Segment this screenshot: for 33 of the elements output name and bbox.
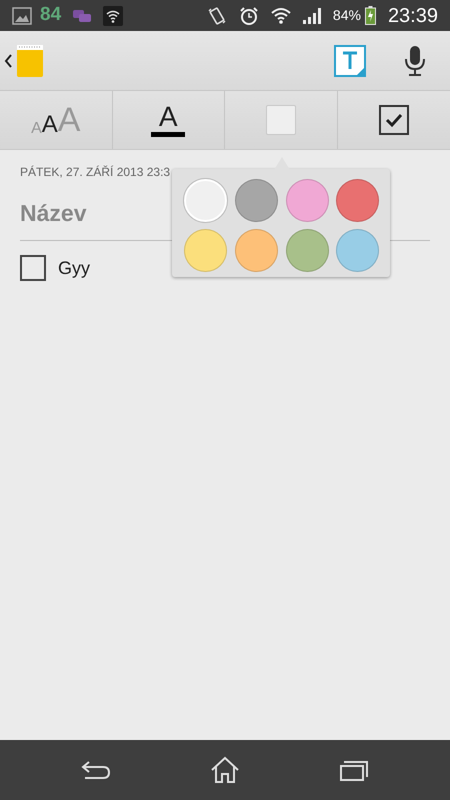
color-swatch[interactable] [286,179,328,222]
microphone-icon [404,44,426,76]
color-swatch[interactable] [234,229,278,272]
color-swatch[interactable] [336,229,380,272]
vibrate-icon [206,6,227,26]
color-underline [151,132,186,137]
text-color-button[interactable]: A [112,91,225,149]
image-icon [12,6,32,24]
chat-icon [73,10,92,22]
home-icon [210,756,240,784]
color-swatch-icon [266,105,296,135]
recent-apps-icon [338,759,369,781]
checkbox-checked-icon [378,105,409,135]
checkbox[interactable] [20,255,46,281]
clock: 23:39 [388,4,438,28]
notification-count: 84 [40,3,62,28]
signal-icon [302,8,321,24]
back-icon [81,760,112,780]
alarm-icon [238,6,259,26]
wifi-signal-icon [270,6,291,24]
text-box-icon [334,44,366,76]
battery-percent: 84% [332,6,361,25]
wifi-icon [103,6,124,26]
color-swatch[interactable] [336,179,380,222]
color-swatch[interactable] [184,229,227,272]
text-size-button[interactable]: AAA [0,91,112,149]
color-swatch[interactable] [234,179,278,222]
checklist-item-text: Gyy [58,256,90,280]
battery-charging-icon [364,6,376,25]
notepad-icon [16,43,44,78]
back-icon [4,54,12,68]
note-date: PÁTEK, 27. ZÁŘÍ 2013 23:3 [20,164,170,181]
color-swatch[interactable] [286,229,328,272]
